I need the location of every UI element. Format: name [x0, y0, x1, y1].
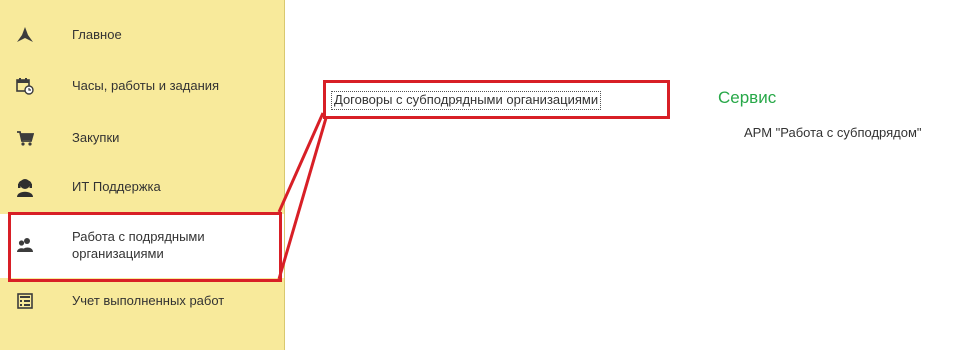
sidebar-item-label: Закупки [72, 130, 120, 145]
sidebar-item-label: Главное [72, 27, 122, 42]
report-list-icon [15, 291, 35, 311]
shopping-cart-icon [15, 128, 35, 148]
sections-sidebar: Главное Часы, работы и задания Закупки И… [0, 0, 285, 350]
sidebar-item-hours-works-tasks[interactable]: Часы, работы и задания [0, 75, 284, 97]
sidebar-item-it-support[interactable]: ИТ Поддержка [0, 176, 284, 198]
connector-line-top [277, 112, 325, 213]
home-star-icon [15, 25, 35, 45]
connector-line-bottom [277, 117, 328, 280]
sidebar-item-label: Учет выполненных работ [72, 293, 225, 308]
service-section-title: Сервис [718, 88, 777, 107]
app-window: Главное Часы, работы и задания Закупки И… [0, 0, 969, 350]
sidebar-item-label: ИТ Поддержка [72, 179, 161, 194]
sidebar-item-main[interactable]: Главное [0, 24, 284, 46]
sidebar-item-purchases[interactable]: Закупки [0, 127, 284, 149]
people-icon [15, 235, 35, 255]
sidebar-item-contractors[interactable]: Работа с подрядными организациями [0, 214, 284, 278]
support-person-icon [15, 177, 35, 197]
subcontract-workplace-link[interactable]: АРМ "Работа с субподрядом" [744, 124, 922, 141]
calendar-clock-icon [15, 76, 35, 96]
sidebar-item-label: Часы, работы и задания [72, 78, 220, 93]
contracts-with-subcontractors-link[interactable]: Договоры с субподрядными организациями [331, 91, 602, 110]
sidebar-item-completed-works[interactable]: Учет выполненных работ [0, 290, 284, 312]
sidebar-item-label: Работа с подрядными организациями [72, 229, 205, 261]
